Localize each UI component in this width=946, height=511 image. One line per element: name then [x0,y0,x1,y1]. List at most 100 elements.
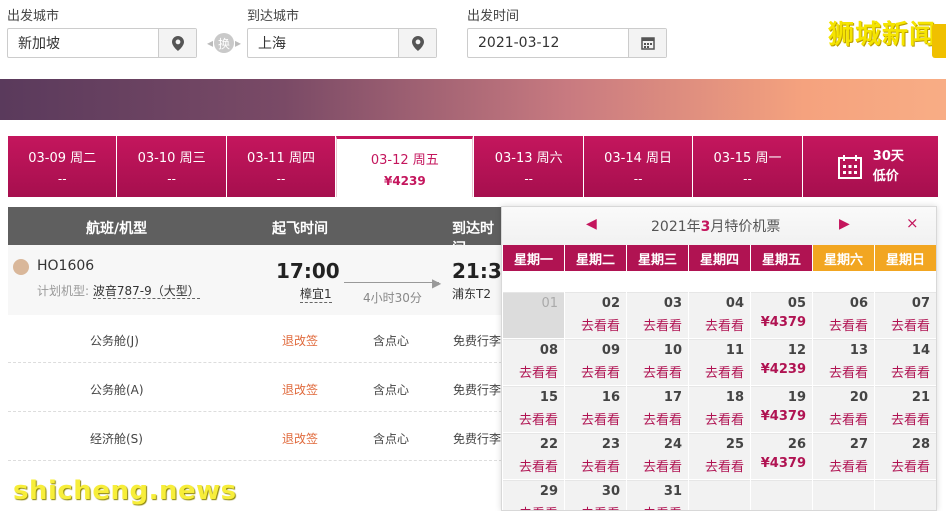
calendar-day[interactable]: 06 去看看 [813,292,874,338]
calendar-day[interactable]: 12 ¥4239 [751,339,812,385]
calendar-day[interactable]: 09 去看看 [565,339,626,385]
low-price-line2: 低价 [872,168,899,184]
day-number: 07 [911,296,930,311]
calendar-day[interactable]: 29 去看看 [503,480,564,510]
day-number: 19 [787,390,806,405]
site-logo: 狮城新闻 [828,20,937,50]
day-view-link[interactable]: 去看看 [705,362,744,381]
low-price-calendar-button[interactable]: 30天 低价 [802,136,938,197]
next-month-icon[interactable]: ▶ [839,216,850,232]
from-city-field[interactable]: 新加坡 [7,28,197,58]
calendar-day[interactable]: 21 去看看 [875,386,936,432]
calendar-day[interactable]: 13 去看看 [813,339,874,385]
day-view-link[interactable]: 去看看 [891,456,930,475]
to-city-field[interactable]: 上海 [247,28,437,58]
calendar-day[interactable]: 10 去看看 [627,339,688,385]
day-view-link[interactable]: 去看看 [581,409,620,428]
day-view-link[interactable]: 去看看 [519,503,558,510]
day-view-link[interactable]: 去看看 [643,315,682,334]
day-view-link[interactable]: 去看看 [581,503,620,510]
calendar-day[interactable]: 24 去看看 [627,433,688,479]
date-tab-0313[interactable]: 03-13 周六 -- [474,136,583,197]
location-pin-icon[interactable] [158,29,196,57]
day-view-link[interactable]: 去看看 [829,456,868,475]
calendar-day[interactable]: 18 去看看 [689,386,750,432]
day-view-link[interactable]: 去看看 [705,456,744,475]
day-view-link[interactable]: 去看看 [643,503,682,510]
calendar-day[interactable]: 11 去看看 [689,339,750,385]
day-number: 22 [539,437,558,452]
calendar-day[interactable]: 28 去看看 [875,433,936,479]
day-view-link[interactable]: 去看看 [643,362,682,381]
weekday-header: 星期四 [689,245,750,271]
date-tab-0310[interactable]: 03-10 周三 -- [117,136,226,197]
calendar-day[interactable]: 02 去看看 [565,292,626,338]
day-view-link[interactable]: 去看看 [519,409,558,428]
calendar-day[interactable]: 25 去看看 [689,433,750,479]
prev-month-icon[interactable]: ◀ [586,216,597,232]
calendar-day[interactable]: 03 去看看 [627,292,688,338]
swap-cities-button[interactable]: ◂ 换 ▸ [205,33,243,53]
day-view-link[interactable]: 去看看 [581,456,620,475]
day-view-link[interactable]: 去看看 [705,315,744,334]
calendar-day[interactable]: 04 去看看 [689,292,750,338]
calendar-day[interactable]: 30 去看看 [565,480,626,510]
day-view-link[interactable]: 去看看 [581,362,620,381]
day-view-link[interactable]: 去看看 [891,409,930,428]
calendar-day[interactable]: 14 去看看 [875,339,936,385]
tab-price: ¥4239 [383,173,426,188]
calendar-day[interactable]: 31 去看看 [627,480,688,510]
day-view-link[interactable]: 去看看 [829,315,868,334]
calendar-day[interactable]: 08 去看看 [503,339,564,385]
calendar-icon[interactable] [628,29,666,57]
day-view-link[interactable]: 去看看 [891,315,930,334]
tab-price: -- [633,172,643,186]
date-tab-0312[interactable]: 03-12 周五 ¥4239 [336,136,474,197]
calendar-day[interactable]: 16 去看看 [565,386,626,432]
low-price-line1: 30天 [872,148,904,164]
day-view-link[interactable]: 去看看 [643,456,682,475]
close-icon[interactable]: × [906,214,919,232]
day-view-link[interactable]: 去看看 [705,409,744,428]
cabin-row: 公务舱(A) 退改签 含点心 免费行李 [8,364,502,412]
refund-link[interactable]: 退改签 [282,332,318,349]
day-price[interactable]: ¥4379 [761,456,806,471]
date-tab-0311[interactable]: 03-11 周四 -- [226,136,336,197]
day-view-link[interactable]: 去看看 [891,362,930,381]
tab-weekday: 周二 [70,151,97,166]
calendar-day[interactable]: 23 去看看 [565,433,626,479]
calendar-day[interactable]: 19 ¥4379 [751,386,812,432]
refund-link[interactable]: 退改签 [282,381,318,398]
calendar-day[interactable]: 22 去看看 [503,433,564,479]
calendar-day[interactable]: 20 去看看 [813,386,874,432]
day-view-link[interactable]: 去看看 [519,456,558,475]
day-price[interactable]: ¥4379 [761,409,806,424]
day-view-link[interactable]: 去看看 [829,362,868,381]
day-number: 01 [541,296,558,311]
location-pin-icon[interactable] [398,29,436,57]
depart-airport[interactable]: 樟宜1 [300,285,332,303]
date-tab-0309[interactable]: 03-09 周二 -- [8,136,117,197]
calendar-day[interactable]: 07 去看看 [875,292,936,338]
calendar-day[interactable]: 17 去看看 [627,386,688,432]
day-view-link[interactable]: 去看看 [581,315,620,334]
tab-weekday: 周日 [646,151,673,166]
day-price[interactable]: ¥4239 [761,362,806,377]
calendar-day[interactable]: 26 ¥4379 [751,433,812,479]
refund-link[interactable]: 退改签 [282,430,318,447]
day-view-link[interactable]: 去看看 [643,409,682,428]
calendar-day[interactable]: 27 去看看 [813,433,874,479]
calendar-day[interactable]: 05 ¥4379 [751,292,812,338]
flight-row[interactable]: HO1606 计划机型: 波音787-9（大型） 17:00 樟宜1 ▶ 4小时… [8,245,516,315]
day-price[interactable]: ¥4379 [761,315,806,330]
depart-date-field[interactable]: 2021-03-12 [467,28,667,58]
day-view-link[interactable]: 去看看 [829,409,868,428]
date-tab-0314[interactable]: 03-14 周日 -- [583,136,693,197]
day-number: 12 [787,343,806,358]
calendar-day[interactable]: 15 去看看 [503,386,564,432]
date-tab-0315[interactable]: 03-15 周一 -- [693,136,802,197]
day-view-link[interactable]: 去看看 [519,362,558,381]
model-value[interactable]: 波音787-9（大型） [92,284,200,299]
baggage-info: 免费行李 [453,334,502,348]
route-line [344,282,439,283]
